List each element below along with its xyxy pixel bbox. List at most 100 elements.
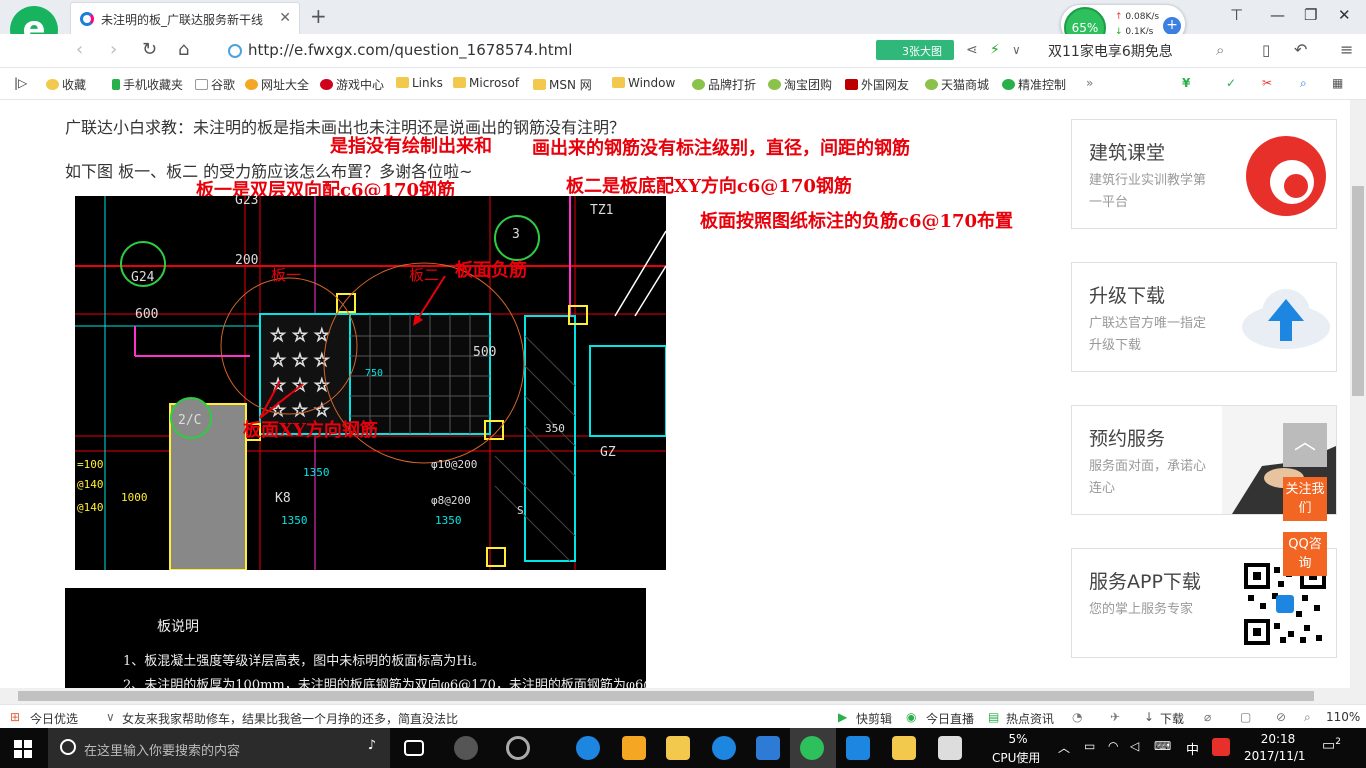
refresh-icon[interactable]: ↻ [142, 39, 157, 60]
bookmark-google[interactable]: 谷歌 [195, 76, 235, 93]
swirl-app-icon[interactable] [506, 736, 530, 760]
status-bar: ⊞ 今日优选 ∨ 女友来我家帮助修车，结果比我爸一个月挣的还多，简直没法比 ▶ … [0, 704, 1366, 728]
home-icon[interactable]: ⌂ [178, 39, 189, 60]
keyboard-icon[interactable]: ⌨ [1154, 739, 1171, 753]
mobile-icon[interactable]: ▯ [1262, 41, 1270, 59]
news-link[interactable]: 女友来我家帮助修车，结果比我爸一个月挣的还多，简直没法比 [122, 710, 458, 727]
news-icon: ▤ [988, 710, 1000, 724]
remote-app-icon[interactable] [846, 736, 870, 760]
live-link[interactable]: 今日直播 [926, 710, 974, 727]
clock-time[interactable]: 20:18 [1248, 732, 1308, 746]
horizontal-scrollbar[interactable] [0, 688, 1366, 704]
follow-us-button[interactable]: 关注我们 [1283, 477, 1327, 521]
notification-icon[interactable]: ▭2 [1322, 737, 1341, 754]
undo-icon[interactable]: ↶ [1294, 40, 1307, 59]
zoom-level[interactable]: 110% [1326, 710, 1360, 724]
battery-icon[interactable]: ▭ [1084, 739, 1095, 753]
vertical-scroll-thumb[interactable] [1352, 186, 1364, 396]
share-icon[interactable]: ⋖ [966, 42, 978, 58]
tab-close-icon[interactable]: ✕ [279, 10, 291, 26]
qq-consult-button[interactable]: QQ咨询 [1283, 532, 1327, 576]
window-icon[interactable]: ▢ [1240, 710, 1251, 724]
card-upgrade-download[interactable]: 升级下载 广联达官方唯一指定升级下载 [1071, 262, 1337, 372]
page-icon [195, 79, 208, 90]
file-explorer-icon[interactable] [666, 736, 690, 760]
cad-label-xy: 板面XY方向钢筋 [243, 419, 378, 441]
find-icon[interactable]: ⌕ [1300, 76, 1307, 91]
sidebar-toggle-icon[interactable]: |▷ [14, 76, 27, 90]
pin-icon[interactable]: ✈ [1110, 710, 1120, 724]
store-icon[interactable] [622, 736, 646, 760]
download-link[interactable]: 下载 [1160, 710, 1184, 727]
speed-mode-icon[interactable]: ⚡ [990, 42, 1000, 58]
folder-icon [396, 77, 409, 88]
forward-icon[interactable]: › [110, 39, 117, 60]
new-tab-button[interactable]: + [310, 4, 327, 28]
help-app-icon[interactable] [938, 736, 962, 760]
chevron-up-icon[interactable]: ︿ [1058, 739, 1070, 756]
bookmark-brand[interactable]: 品牌打折 [692, 76, 756, 93]
back-icon[interactable]: ‹ [76, 39, 83, 60]
skin-icon[interactable]: ⊤ [1230, 6, 1243, 24]
bookmark-links[interactable]: Links [396, 76, 443, 90]
today-picks-link[interactable]: 今日优选 [30, 710, 78, 727]
wifi-icon[interactable]: ◠ [1108, 739, 1118, 753]
check-icon[interactable]: ✓ [1226, 76, 1236, 90]
clock-date[interactable]: 2017/11/1 [1244, 749, 1306, 763]
shield-icon[interactable]: ¥ [1182, 76, 1190, 90]
zoom-icon[interactable]: ⌕ [1304, 710, 1311, 725]
notes-app-icon[interactable] [892, 736, 916, 760]
bookmark-tmall[interactable]: 天猫商城 [925, 76, 989, 93]
volume-icon[interactable]: ◁ [1130, 739, 1139, 753]
windows-start-icon[interactable] [14, 740, 32, 758]
mute-icon[interactable]: ⊘ [1276, 710, 1286, 724]
vertical-scrollbar[interactable] [1350, 100, 1366, 688]
cad-label: 600 [135, 307, 158, 322]
task-view-icon[interactable] [404, 740, 424, 756]
search-icon[interactable]: ⌕ [1216, 41, 1224, 59]
card-jianzhu-ketang[interactable]: 建筑课堂 建筑行业实训教学第一平台 [1071, 119, 1337, 229]
cpu-percent: 5% [1008, 732, 1028, 746]
bookmark-control[interactable]: 精准控制 [1002, 76, 1066, 93]
bookmark-microsoft[interactable]: Microsof [453, 76, 519, 90]
kuaijian-link[interactable]: 快剪辑 [856, 710, 892, 727]
taskbar-search-input[interactable]: 在这里输入你要搜索的内容 ♪ [48, 728, 390, 768]
bookmark-taobao[interactable]: 淘宝团购 [768, 76, 832, 93]
bookmark-mobile[interactable]: 手机收藏夹 [112, 76, 183, 93]
bookmark-games[interactable]: 游戏中心 [320, 76, 384, 93]
big-image-button[interactable]: 3张大图 [876, 40, 954, 60]
url-input[interactable]: http://e.fwxgx.com/question_1678574.html [222, 38, 922, 64]
restore-icon[interactable]: ❐ [1304, 6, 1317, 24]
bookmark-sites[interactable]: 网址大全 [245, 76, 309, 93]
microphone-icon[interactable]: ♪ [368, 738, 376, 753]
glodon-app-icon[interactable] [756, 736, 780, 760]
news-ticker[interactable]: 双11家电享6期免息 [1048, 41, 1173, 61]
tools-icon[interactable]: ▦ [1332, 76, 1343, 90]
brush-icon[interactable]: ⌀ [1204, 710, 1211, 724]
hot-news-link[interactable]: 热点资讯 [1006, 710, 1054, 727]
bookmark-favorites[interactable]: 收藏 [46, 76, 86, 93]
back-to-top-button[interactable]: ︿ [1283, 423, 1327, 467]
cad-label: 500 [473, 345, 496, 360]
more-bookmarks-icon[interactable]: » [1086, 76, 1093, 90]
speed-boost-icon[interactable]: + [1163, 17, 1181, 35]
horizontal-scroll-thumb[interactable] [18, 691, 1314, 701]
browser-taskbar-icon[interactable] [800, 736, 824, 760]
speed-icon[interactable]: ◔ [1072, 710, 1082, 724]
ime-indicator[interactable]: 中 [1186, 739, 1199, 758]
tab-active[interactable]: 未注明的板_广联达服务新干线 ✕ [70, 2, 300, 34]
download-icon[interactable]: ↓ [1144, 710, 1154, 724]
bookmark-windows[interactable]: Window [612, 76, 675, 90]
minimize-icon[interactable]: — [1270, 6, 1285, 24]
close-window-icon[interactable]: ✕ [1338, 6, 1351, 24]
bookmark-foreign[interactable]: 外国网友 [845, 76, 909, 93]
sogou-icon[interactable] [1212, 738, 1230, 756]
edge-icon[interactable] [576, 736, 600, 760]
ie-icon[interactable] [712, 736, 736, 760]
folder-icon [612, 77, 625, 88]
fan-app-icon[interactable] [454, 736, 478, 760]
chevron-down-icon[interactable]: ∨ [1012, 43, 1021, 57]
scissors-icon[interactable]: ✂ [1262, 76, 1272, 90]
bookmark-msn[interactable]: MSN 网 [533, 76, 592, 93]
menu-icon[interactable]: ≡ [1340, 40, 1353, 59]
